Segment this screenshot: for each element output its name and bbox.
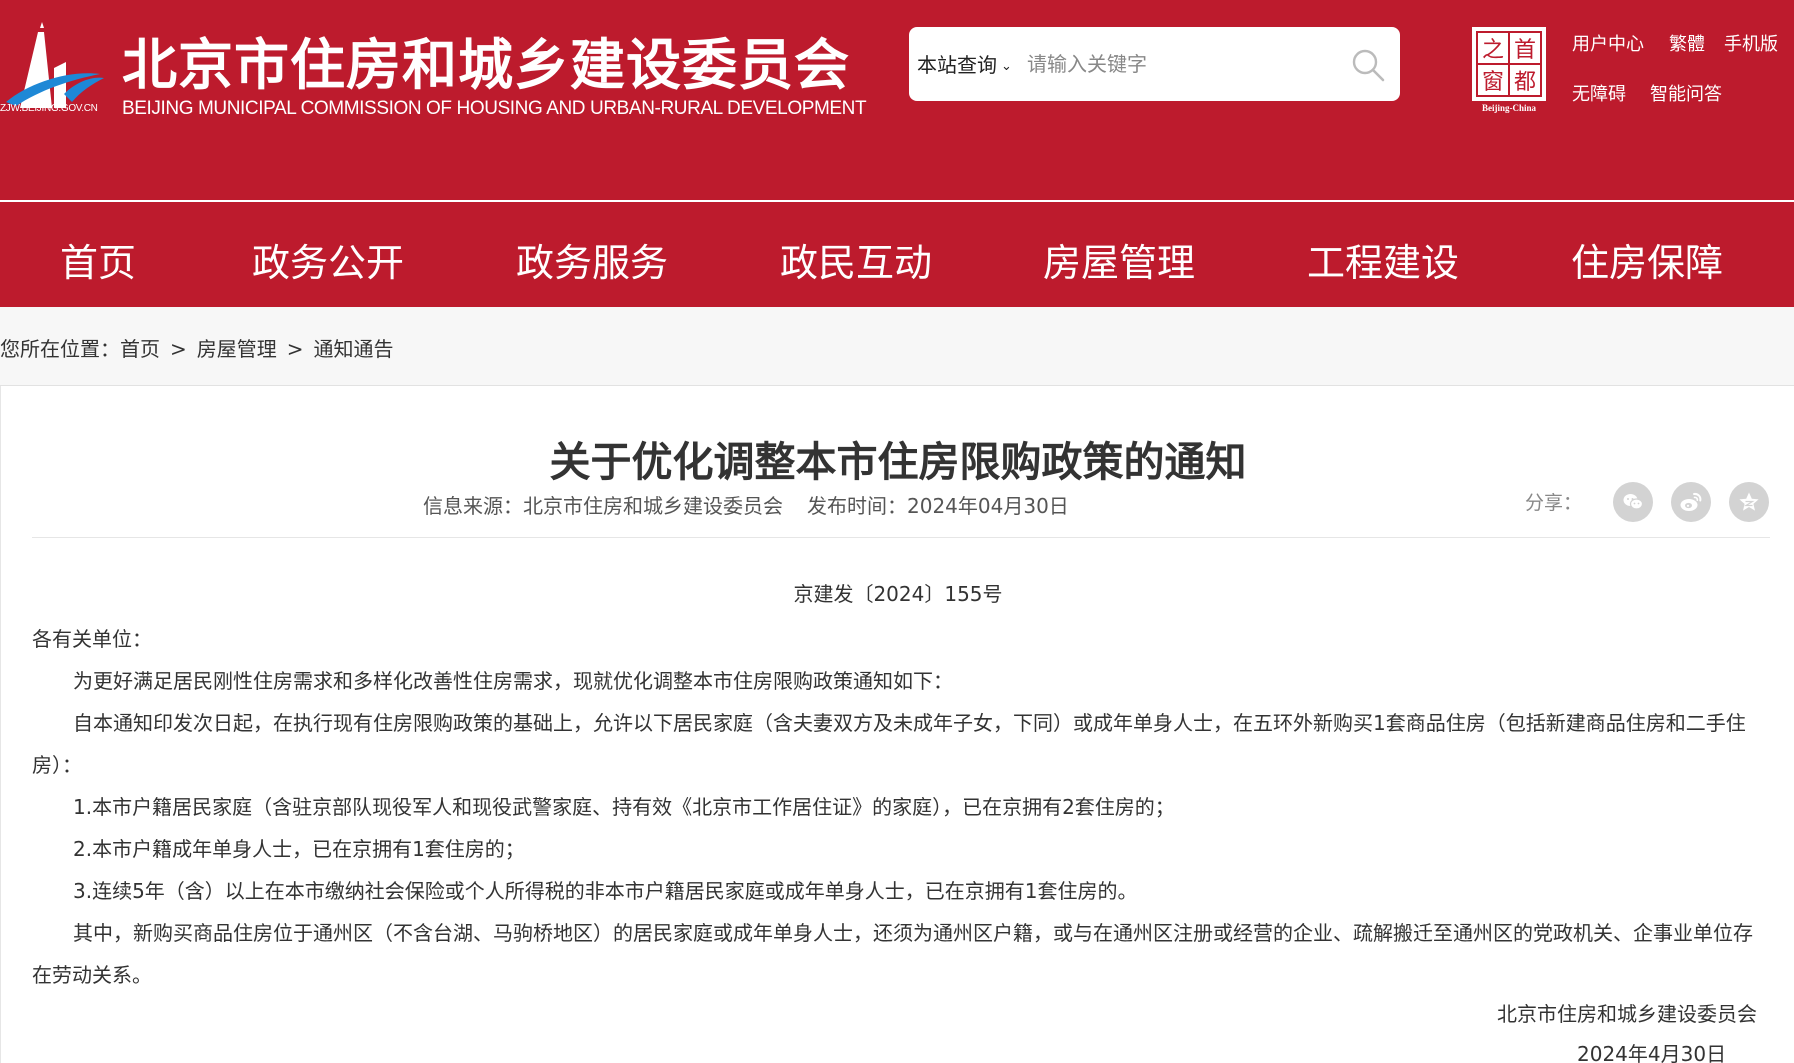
article-title: 关于优化调整本市住房限购政策的通知 bbox=[549, 438, 1247, 486]
article-body: 各有关单位： 为更好满足居民刚性住房需求和多样化改善性住房需求，现就优化调整本市… bbox=[32, 618, 1770, 996]
nav-item-government-affairs[interactable]: 政务公开 bbox=[252, 232, 404, 287]
article-source: 信息来源：北京市住房和城乡建设委员会 bbox=[423, 494, 783, 518]
site-header: ZJW.BEIJING.GOV.CN 北京市住房和城乡建设委员会 BEIJING… bbox=[0, 0, 1794, 200]
breadcrumb-home[interactable]: 首页 bbox=[120, 337, 160, 361]
search-input[interactable] bbox=[1027, 45, 1327, 83]
nav-item-government-services[interactable]: 政务服务 bbox=[516, 232, 668, 287]
breadcrumb-bar: 您所在位置：首页 > 房屋管理 > 通知通告 bbox=[0, 307, 1794, 386]
nav-item-home[interactable]: 首页 bbox=[60, 232, 136, 287]
capital-logo-char: 都 bbox=[1514, 70, 1536, 95]
article-publish-time: 发布时间：2024年04月30日 bbox=[807, 494, 1069, 518]
nav-item-housing-security[interactable]: 住房保障 bbox=[1571, 232, 1723, 287]
search-box: 本站查询 ⌄ bbox=[909, 27, 1400, 101]
document-number: 京建发〔2024〕155号 bbox=[793, 582, 1003, 606]
breadcrumb-separator: > bbox=[170, 337, 187, 361]
qzone-star-icon[interactable] bbox=[1729, 482, 1769, 522]
site-title[interactable]: 北京市住房和城乡建设委员会 bbox=[122, 20, 850, 100]
article-paragraph: 2.本市户籍成年单身人士，已在京拥有1套住房的； bbox=[73, 837, 525, 861]
capital-logo-char: 窗 bbox=[1482, 70, 1504, 95]
title-divider bbox=[32, 537, 1770, 538]
nav-item-public-interaction[interactable]: 政民互动 bbox=[780, 232, 932, 287]
breadcrumb-housing-management[interactable]: 房屋管理 bbox=[197, 337, 277, 361]
breadcrumb: 您所在位置：首页 > 房屋管理 > 通知通告 bbox=[0, 333, 394, 362]
search-scope-dropdown[interactable]: 本站查询 ⌄ bbox=[917, 49, 1012, 78]
logo-url-text: ZJW.BEIJING.GOV.CN bbox=[0, 103, 98, 114]
signature-organization: 北京市住房和城乡建设委员会 bbox=[1497, 1002, 1757, 1026]
nav-item-housing-management[interactable]: 房屋管理 bbox=[1043, 232, 1195, 287]
chevron-down-icon: ⌄ bbox=[1001, 59, 1012, 74]
breadcrumb-notices[interactable]: 通知通告 bbox=[314, 337, 394, 361]
search-scope-label: 本站查询 bbox=[917, 53, 997, 77]
article: 关于优化调整本市住房限购政策的通知 信息来源：北京市住房和城乡建设委员会 发布时间… bbox=[0, 386, 1794, 1063]
article-paragraph: 1.本市户籍居民家庭（含驻京部队现役军人和现役武警家庭、持有效《北京市工作居住证… bbox=[73, 795, 1175, 819]
article-paragraph: 其中，新购买商品住房位于通州区（不含台湖、马驹桥地区）的居民家庭或成年单身人士，… bbox=[32, 921, 1753, 987]
article-paragraph: 3.连续5年（含）以上在本市缴纳社会保险或个人所得税的非本市户籍居民家庭或成年单… bbox=[73, 879, 1138, 903]
article-meta: 信息来源：北京市住房和城乡建设委员会 发布时间：2024年04月30日 bbox=[423, 490, 1069, 519]
smart-qa-link[interactable]: 智能问答 bbox=[1650, 80, 1722, 106]
user-center-link[interactable]: 用户中心 bbox=[1572, 30, 1644, 56]
mobile-version-link[interactable]: 手机版 bbox=[1724, 30, 1778, 56]
wechat-icon[interactable] bbox=[1613, 482, 1653, 522]
nav-item-engineering[interactable]: 工程建设 bbox=[1307, 232, 1459, 287]
capital-logo-char: 首 bbox=[1514, 38, 1536, 63]
capital-logo-char: 之 bbox=[1482, 38, 1504, 63]
article-salutation: 各有关单位： bbox=[32, 627, 152, 651]
article-paragraph: 为更好满足居民刚性住房需求和多样化改善性住房需求，现就优化调整本市住房限购政策通… bbox=[73, 669, 953, 693]
main-nav: 首页 政务公开 政务服务 政民互动 房屋管理 工程建设 住房保障 bbox=[0, 202, 1794, 307]
breadcrumb-prefix: 您所在位置： bbox=[0, 337, 120, 361]
breadcrumb-separator: > bbox=[286, 337, 304, 361]
capital-logo-caption: Beijing-China bbox=[1482, 103, 1537, 113]
accessibility-link[interactable]: 无障碍 bbox=[1572, 80, 1626, 106]
search-icon[interactable] bbox=[1350, 47, 1386, 83]
share-label: 分享： bbox=[1525, 492, 1583, 514]
capital-window-logo[interactable]: 之 首 窗 都 Beijing-China bbox=[1472, 27, 1546, 113]
weibo-icon[interactable] bbox=[1671, 482, 1711, 522]
article-paragraph: 自本通知印发次日起，在执行现有住房限购政策的基础上，允许以下居民家庭（含夫妻双方… bbox=[32, 711, 1746, 777]
signature-date: 2024年4月30日 bbox=[1577, 1042, 1727, 1063]
site-title-english: BEIJING MUNICIPAL COMMISSION OF HOUSING … bbox=[122, 98, 867, 119]
traditional-chinese-link[interactable]: 繁體 bbox=[1669, 30, 1705, 56]
